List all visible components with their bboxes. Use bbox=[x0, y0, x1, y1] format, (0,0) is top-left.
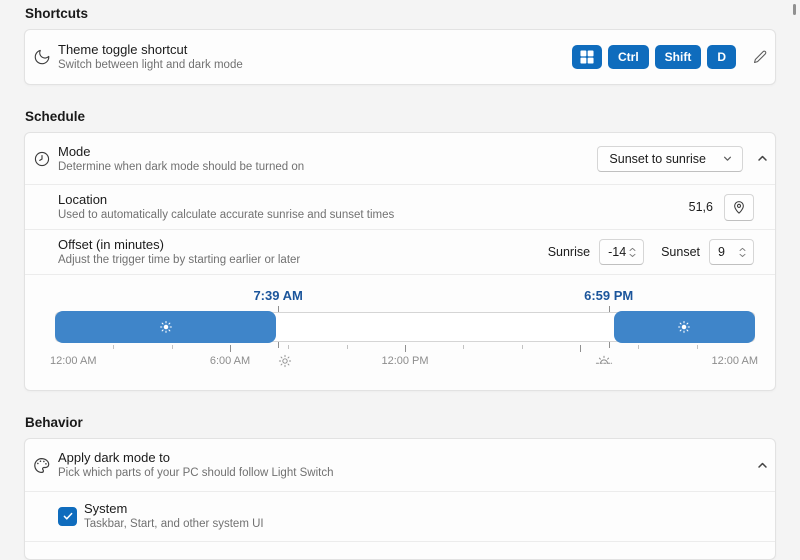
location-pin-icon bbox=[731, 199, 747, 215]
edit-shortcut-button[interactable] bbox=[750, 47, 770, 67]
light-switch-settings-page: { "colors": { "accent": "#0F6CBD", "time… bbox=[0, 0, 800, 545]
sunset-offset-value: 9 bbox=[718, 245, 725, 259]
behavior-expander-button[interactable] bbox=[753, 456, 771, 474]
clock-icon bbox=[32, 149, 51, 168]
timeline-tick bbox=[405, 345, 406, 352]
timeline-tick bbox=[522, 345, 523, 349]
detect-location-button[interactable] bbox=[724, 194, 754, 221]
axis-label: 12:00 AM bbox=[712, 355, 758, 367]
mode-dropdown[interactable]: Sunset to sunrise bbox=[597, 146, 743, 172]
moon-icon bbox=[32, 48, 51, 67]
location-title: Location bbox=[58, 192, 394, 207]
apply-dark-mode-row: Apply dark mode to Pick which parts of y… bbox=[25, 439, 775, 491]
ctrl-key-button[interactable]: Ctrl bbox=[608, 45, 649, 69]
night-sun-icon bbox=[677, 320, 691, 334]
shortcut-subtitle: Switch between light and dark mode bbox=[58, 59, 243, 72]
sunset-time-label: 6:59 PM bbox=[584, 288, 633, 303]
theme-toggle-shortcut-row: Theme toggle shortcut Switch between lig… bbox=[25, 30, 775, 84]
axis-label: 6:00 AM bbox=[210, 355, 250, 367]
location-subtitle: Used to automatically calculate accurate… bbox=[58, 209, 394, 222]
sunrise-offset-label: Sunrise bbox=[548, 245, 590, 259]
mode-title: Mode bbox=[58, 144, 304, 159]
windows-key-button[interactable] bbox=[572, 45, 602, 69]
mode-row: Mode Determine when dark mode should be … bbox=[25, 133, 775, 184]
timeline-tick bbox=[172, 345, 173, 349]
sunrise-offset-value: -14 bbox=[608, 245, 626, 259]
system-row: System Taskbar, Start, and other system … bbox=[25, 491, 775, 541]
shortcuts-card: Theme toggle shortcut Switch between lig… bbox=[24, 29, 776, 85]
windows-logo-icon bbox=[580, 50, 594, 64]
shift-key-button[interactable]: Shift bbox=[655, 45, 702, 69]
shortcut-keys: Ctrl Shift D bbox=[572, 45, 775, 69]
apply-dark-mode-subtitle: Pick which parts of your PC should follo… bbox=[58, 467, 333, 480]
behavior-section-header: Behavior bbox=[25, 415, 83, 430]
system-subtitle: Taskbar, Start, and other system UI bbox=[84, 518, 264, 531]
mode-dropdown-value: Sunset to sunrise bbox=[609, 152, 706, 166]
scrollbar-thumb[interactable] bbox=[793, 4, 796, 15]
palette-icon bbox=[32, 456, 51, 475]
timeline-tick bbox=[463, 345, 464, 349]
night-sun-icon bbox=[159, 320, 173, 334]
schedule-section-header: Schedule bbox=[25, 109, 85, 124]
offset-row: Offset (in minutes) Adjust the trigger t… bbox=[25, 230, 775, 274]
offset-subtitle: Adjust the trigger time by starting earl… bbox=[58, 254, 300, 267]
schedule-expander-button[interactable] bbox=[753, 150, 771, 168]
day-night-timeline: 7:39 AM 6:59 PM 12:00 AM 6:00 AM 12:00 P… bbox=[55, 274, 755, 390]
stepper-arrows-icon[interactable] bbox=[738, 247, 747, 258]
timeline-axis: 12:00 AM 6:00 AM 12:00 PM 12:00 AM bbox=[55, 354, 755, 370]
dark-mode-period-bar bbox=[55, 311, 276, 343]
sunset-offset-stepper[interactable]: 9 bbox=[709, 239, 754, 265]
chevron-down-icon bbox=[722, 153, 733, 164]
location-row: Location Used to automatically calculate… bbox=[25, 185, 775, 229]
shortcuts-section-header: Shortcuts bbox=[25, 6, 88, 21]
timeline-tick bbox=[697, 345, 698, 349]
stepper-arrows-icon[interactable] bbox=[628, 247, 637, 258]
sunrise-time-label: 7:39 AM bbox=[253, 288, 302, 303]
system-checkbox[interactable] bbox=[58, 507, 77, 526]
checkmark-icon bbox=[62, 510, 74, 522]
timeline-tick bbox=[288, 345, 289, 349]
timeline-tick bbox=[113, 345, 114, 349]
divider bbox=[25, 541, 775, 542]
mode-subtitle: Determine when dark mode should be turne… bbox=[58, 161, 304, 174]
offset-title: Offset (in minutes) bbox=[58, 237, 300, 252]
timeline-tick bbox=[347, 345, 348, 349]
sunset-horizon-icon bbox=[595, 354, 614, 367]
chevron-up-icon bbox=[756, 459, 769, 472]
timeline-tick bbox=[580, 345, 581, 352]
schedule-card: Mode Determine when dark mode should be … bbox=[24, 132, 776, 391]
sunrise-offset-stepper[interactable]: -14 bbox=[599, 239, 644, 265]
timeline-tick bbox=[638, 345, 639, 349]
d-key-button[interactable]: D bbox=[707, 45, 736, 69]
timeline-tick bbox=[230, 345, 231, 352]
location-value: 51,6 bbox=[689, 200, 713, 214]
axis-label: 12:00 PM bbox=[381, 355, 428, 367]
apply-dark-mode-title: Apply dark mode to bbox=[58, 450, 333, 465]
axis-label: 12:00 AM bbox=[50, 355, 96, 367]
dark-mode-period-bar bbox=[614, 311, 755, 343]
sunset-offset-label: Sunset bbox=[661, 245, 700, 259]
system-label: System bbox=[84, 501, 264, 516]
timeline-ticks bbox=[55, 345, 755, 353]
sunrise-sun-icon bbox=[278, 354, 292, 368]
behavior-card: Apply dark mode to Pick which parts of y… bbox=[24, 438, 776, 560]
shortcut-title: Theme toggle shortcut bbox=[58, 42, 243, 57]
pencil-icon bbox=[752, 49, 768, 65]
chevron-up-icon bbox=[756, 152, 769, 165]
